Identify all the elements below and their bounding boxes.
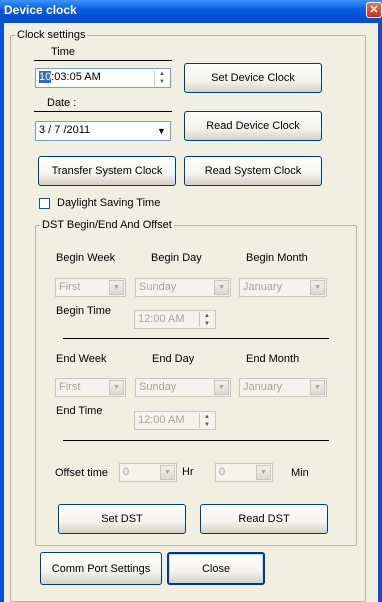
end-time-input[interactable]: 12:00 AM ▲ ▼	[134, 411, 216, 430]
daylight-saving-label[interactable]: Daylight Saving Time	[57, 197, 160, 209]
end-week-label: End Week	[56, 353, 107, 365]
end-time-value: 12:00 AM	[138, 414, 185, 426]
chevron-down-icon[interactable]: ▼	[160, 465, 175, 480]
begin-day-value: Sunday	[139, 281, 177, 293]
time-input[interactable]: 10:03:05 AM ▲ ▼	[35, 68, 171, 88]
date-label: Date :	[47, 97, 77, 109]
offset-minute-value: 0	[219, 466, 226, 478]
end-week-value: First	[59, 381, 81, 393]
chevron-down-icon[interactable]: ▼	[256, 465, 271, 480]
chevron-down-icon[interactable]: ▼	[310, 280, 325, 295]
spin-arrows-icon[interactable]: ▲ ▼	[199, 413, 214, 428]
read-device-clock-button[interactable]: Read Device Clock	[184, 111, 322, 141]
comm-port-settings-button[interactable]: Comm Port Settings	[40, 552, 162, 585]
read-dst-button[interactable]: Read DST	[200, 504, 328, 534]
offset-hour-select[interactable]: 0 ▼	[119, 463, 177, 482]
read-system-clock-button[interactable]: Read System Clock	[184, 156, 322, 186]
spin-arrows-icon[interactable]: ▲ ▼	[199, 312, 214, 327]
end-month-value: January	[243, 381, 283, 393]
chevron-down-icon[interactable]: ▼	[310, 380, 325, 395]
date-value: 3 / 7 /2011	[39, 124, 91, 136]
offset-time-label: Offset time	[55, 467, 108, 479]
transfer-system-clock-button[interactable]: Transfer System Clock	[38, 156, 176, 186]
end-day-select[interactable]: Sunday ▼	[135, 378, 231, 397]
end-day-value: Sunday	[139, 381, 177, 393]
end-day-label: End Day	[152, 353, 195, 365]
window-title: Device clock	[4, 3, 77, 17]
end-divider	[63, 440, 329, 441]
set-dst-button[interactable]: Set DST	[58, 504, 186, 534]
begin-day-select[interactable]: Sunday ▼	[135, 278, 231, 297]
set-device-clock-button[interactable]: Set Device Clock	[184, 63, 322, 93]
begin-month-select[interactable]: January ▼	[239, 278, 327, 297]
begin-week-value: First	[59, 281, 81, 293]
chevron-down-icon[interactable]: ▼	[154, 123, 169, 139]
time-rest: :03:05 AM	[51, 71, 101, 83]
date-picker[interactable]: 3 / 7 /2011 ▼	[35, 121, 171, 141]
begin-week-select[interactable]: First ▼	[55, 278, 126, 297]
chevron-down-icon[interactable]: ▼	[214, 380, 229, 395]
close-button[interactable]: Close	[167, 552, 265, 585]
min-label: Min	[291, 467, 309, 479]
time-divider	[34, 60, 172, 61]
close-icon[interactable]: ✕	[366, 2, 382, 18]
end-time-label: End Time	[56, 405, 103, 417]
begin-week-label: Begin Week	[56, 252, 116, 264]
clock-settings-legend: Clock settings	[15, 29, 88, 41]
chevron-down-icon[interactable]: ▼	[214, 280, 229, 295]
daylight-saving-checkbox[interactable]	[39, 198, 50, 209]
offset-minute-select[interactable]: 0 ▼	[215, 463, 273, 482]
spin-arrows-icon[interactable]: ▲ ▼	[154, 70, 169, 86]
begin-time-input[interactable]: 12:00 AM ▲ ▼	[134, 310, 216, 329]
begin-time-value: 12:00 AM	[138, 313, 185, 325]
begin-month-value: January	[243, 281, 283, 293]
offset-hour-value: 0	[123, 466, 130, 478]
time-hour-selected: 10	[39, 71, 52, 83]
chevron-down-icon[interactable]: ▼	[109, 380, 124, 395]
dst-legend: DST Begin/End And Offset	[40, 219, 174, 231]
begin-month-label: Begin Month	[246, 252, 308, 264]
time-label: Time	[51, 46, 76, 58]
date-divider	[34, 111, 172, 112]
title-bar[interactable]: Device clock ✕	[0, 0, 382, 23]
hr-label: Hr	[182, 466, 194, 478]
end-week-select[interactable]: First ▼	[55, 378, 126, 397]
chevron-down-icon[interactable]: ▼	[109, 280, 124, 295]
begin-divider	[63, 338, 329, 339]
begin-time-label: Begin Time	[56, 305, 112, 317]
window-frame-right	[378, 23, 382, 602]
end-month-select[interactable]: January ▼	[239, 378, 327, 397]
begin-day-label: Begin Day	[151, 252, 202, 264]
end-month-label: End Month	[246, 353, 300, 365]
